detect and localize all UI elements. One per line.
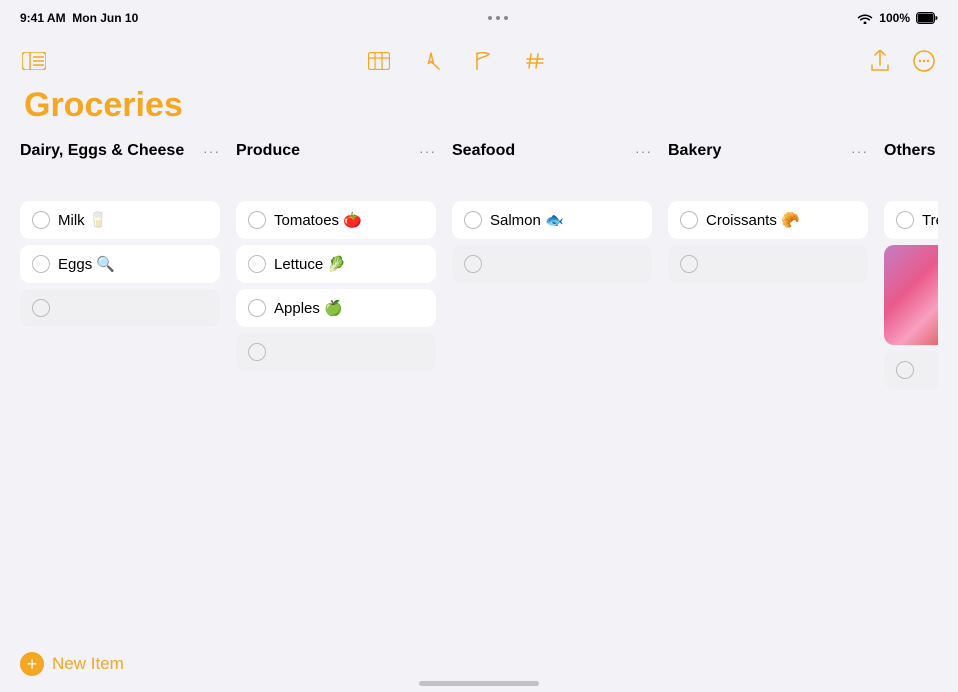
item-text: Lettuce 🥬 bbox=[274, 255, 346, 273]
bottom-bar: + New Item bbox=[0, 652, 958, 676]
list-item[interactable]: Croissants 🥐 bbox=[668, 201, 868, 239]
new-item-button[interactable]: + New Item bbox=[20, 652, 124, 676]
column-title-others: Others bbox=[884, 141, 938, 160]
list-item-empty[interactable] bbox=[452, 245, 652, 283]
checkbox[interactable] bbox=[896, 361, 914, 379]
list-item-empty[interactable] bbox=[668, 245, 868, 283]
checkbox[interactable] bbox=[464, 211, 482, 229]
status-center bbox=[488, 16, 508, 20]
dot3 bbox=[504, 16, 508, 20]
list-item-empty[interactable] bbox=[884, 351, 938, 389]
checkbox[interactable] bbox=[680, 255, 698, 273]
toolbar-left bbox=[20, 47, 48, 75]
sidebar-toggle-button[interactable] bbox=[20, 47, 48, 75]
list-item-empty[interactable] bbox=[236, 333, 436, 371]
list-item[interactable]: Lettuce 🥬 bbox=[236, 245, 436, 283]
item-text: Eggs 🔍 bbox=[58, 255, 115, 273]
share-button[interactable] bbox=[866, 47, 894, 75]
column-more-bakery[interactable]: ··· bbox=[851, 143, 868, 159]
item-text: Salmon 🐟 bbox=[490, 211, 564, 229]
toolbar-center bbox=[365, 47, 549, 75]
list-item[interactable]: Treats for bbox=[884, 201, 938, 239]
checkbox[interactable] bbox=[248, 299, 266, 317]
column-others: Others Treats for bbox=[884, 141, 938, 395]
hashtag-button[interactable] bbox=[521, 47, 549, 75]
home-indicator bbox=[419, 681, 539, 686]
item-text: Milk 🥛 bbox=[58, 211, 108, 229]
battery-level: 100% bbox=[879, 11, 910, 25]
status-right: 100% bbox=[857, 11, 938, 25]
checkbox[interactable] bbox=[464, 255, 482, 273]
columns-container: Dairy, Eggs & Cheese ··· Milk 🥛 Eggs 🔍 P… bbox=[20, 141, 938, 395]
list-item[interactable]: Eggs 🔍 bbox=[20, 245, 220, 283]
column-produce: Produce ··· Tomatoes 🍅 Lettuce 🥬 Apples … bbox=[236, 141, 436, 395]
status-time-date: 9:41 AM Mon Jun 10 bbox=[20, 11, 138, 25]
checkbox[interactable] bbox=[32, 255, 50, 273]
main-content: Groceries Dairy, Eggs & Cheese ··· Milk … bbox=[0, 86, 958, 415]
item-text: Apples 🍏 bbox=[274, 299, 343, 317]
column-bakery: Bakery ··· Croissants 🥐 bbox=[668, 141, 868, 395]
more-options-button[interactable] bbox=[910, 47, 938, 75]
column-header-dairy: Dairy, Eggs & Cheese ··· bbox=[20, 141, 220, 189]
list-item[interactable]: Tomatoes 🍅 bbox=[236, 201, 436, 239]
checkbox[interactable] bbox=[248, 255, 266, 273]
checkbox[interactable] bbox=[896, 211, 914, 229]
list-item[interactable]: Salmon 🐟 bbox=[452, 201, 652, 239]
column-title-produce: Produce bbox=[236, 141, 411, 160]
column-title-bakery: Bakery bbox=[668, 141, 843, 160]
navigate-button[interactable] bbox=[417, 47, 445, 75]
toolbar-right bbox=[866, 47, 938, 75]
dot1 bbox=[488, 16, 492, 20]
battery-icon bbox=[916, 12, 938, 24]
checkbox[interactable] bbox=[248, 211, 266, 229]
column-header-bakery: Bakery ··· bbox=[668, 141, 868, 189]
item-text: Croissants 🥐 bbox=[706, 211, 800, 229]
list-item[interactable]: Apples 🍏 bbox=[236, 289, 436, 327]
column-title-seafood: Seafood bbox=[452, 141, 627, 160]
checkbox[interactable] bbox=[248, 343, 266, 361]
toolbar bbox=[0, 36, 958, 86]
list-item[interactable]: Milk 🥛 bbox=[20, 201, 220, 239]
checkbox[interactable] bbox=[680, 211, 698, 229]
column-more-dairy[interactable]: ··· bbox=[203, 143, 220, 159]
others-image bbox=[884, 245, 938, 345]
flag-button[interactable] bbox=[469, 47, 497, 75]
column-title-dairy: Dairy, Eggs & Cheese bbox=[20, 141, 195, 160]
item-text: Tomatoes 🍅 bbox=[274, 211, 362, 229]
column-header-others: Others bbox=[884, 141, 938, 189]
page-title: Groceries bbox=[20, 86, 938, 125]
status-bar: 9:41 AM Mon Jun 10 100% bbox=[0, 0, 958, 36]
column-seafood: Seafood ··· Salmon 🐟 bbox=[452, 141, 652, 395]
table-view-button[interactable] bbox=[365, 47, 393, 75]
item-text: Treats for bbox=[922, 212, 938, 229]
column-dairy: Dairy, Eggs & Cheese ··· Milk 🥛 Eggs 🔍 bbox=[20, 141, 220, 395]
checkbox[interactable] bbox=[32, 299, 50, 317]
column-header-produce: Produce ··· bbox=[236, 141, 436, 189]
dot2 bbox=[496, 16, 500, 20]
wifi-icon bbox=[857, 12, 873, 24]
column-header-seafood: Seafood ··· bbox=[452, 141, 652, 189]
list-item-empty[interactable] bbox=[20, 289, 220, 327]
new-item-plus-icon: + bbox=[20, 652, 44, 676]
column-more-produce[interactable]: ··· bbox=[419, 143, 436, 159]
checkbox[interactable] bbox=[32, 211, 50, 229]
new-item-label: New Item bbox=[52, 654, 124, 674]
column-more-seafood[interactable]: ··· bbox=[635, 143, 652, 159]
